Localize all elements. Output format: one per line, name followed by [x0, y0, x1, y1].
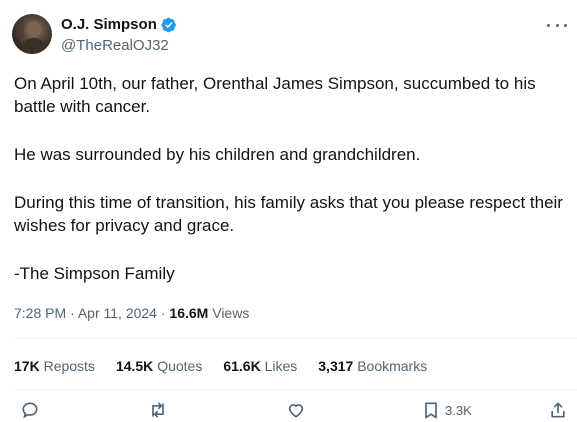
repost-icon [152, 402, 164, 418]
views-count: 16.6M [169, 305, 209, 321]
bookmark-icon [425, 402, 437, 419]
tweet-card: O.J. Simpson @TheRealOJ32 On April 10th,… [0, 0, 577, 422]
divider [14, 338, 577, 339]
likes-count: 61.6K [223, 358, 261, 374]
share-button[interactable] [548, 400, 568, 420]
views-label: Views [212, 305, 250, 321]
repost-button[interactable] [148, 400, 168, 420]
share-icon [551, 402, 565, 418]
tweet-paragraph: During this time of transition, his fami… [14, 193, 568, 235]
quotes-count: 14.5K [115, 358, 154, 374]
quotes-stat[interactable]: 14.5K Quotes [116, 357, 202, 375]
likes-label: Likes [264, 358, 298, 374]
bookmarks-stat[interactable]: 3,317 Bookmarks [318, 357, 427, 375]
divider [14, 389, 577, 390]
like-button[interactable] [286, 400, 306, 420]
bookmark-count: 3.3K [445, 402, 472, 418]
quotes-label: Quotes [157, 358, 203, 374]
tweet-paragraph: He was surrounded by his children and gr… [14, 145, 421, 164]
bookmarks-label: Bookmarks [357, 358, 428, 374]
tweet-text: On April 10th, our father, Orenthal Jame… [14, 72, 564, 285]
tweet-paragraph: On April 10th, our father, Orenthal Jame… [14, 74, 541, 116]
likes-stat[interactable]: 61.6K Likes [223, 357, 297, 375]
reposts-label: Reposts [43, 358, 95, 374]
reply-icon [22, 402, 38, 419]
tweet-paragraph: -The Simpson Family [14, 264, 175, 283]
reposts-count: 17K [14, 358, 40, 374]
reply-button[interactable] [20, 400, 40, 420]
heart-icon [288, 404, 304, 418]
bookmark-button[interactable]: 3.3K [421, 400, 472, 420]
verified-badge-icon [161, 17, 177, 33]
reposts-stat[interactable]: 17K Reposts [14, 357, 95, 375]
tweet-time[interactable]: 7:28 PM [14, 305, 66, 321]
more-options-icon[interactable] [547, 18, 567, 32]
tweet-meta: 7:28 PM · Apr 11, 2024 · 16.6M Views [14, 304, 249, 322]
author-handle[interactable]: @TheRealOJ32 [61, 37, 169, 55]
engagement-stats: 17K Reposts 14.5K Quotes 61.6K Likes 3,3… [14, 357, 427, 375]
meta-separator: · [160, 305, 166, 321]
author-name-row: O.J. Simpson [61, 16, 177, 34]
bookmarks-count: 3,317 [318, 358, 354, 374]
avatar-photo-icon [16, 18, 48, 54]
author-display-name[interactable]: O.J. Simpson [61, 16, 157, 34]
action-bar: 3.3K [0, 400, 577, 422]
meta-separator: · [70, 305, 75, 321]
avatar[interactable] [12, 14, 52, 54]
tweet-date[interactable]: Apr 11, 2024 [78, 305, 157, 321]
